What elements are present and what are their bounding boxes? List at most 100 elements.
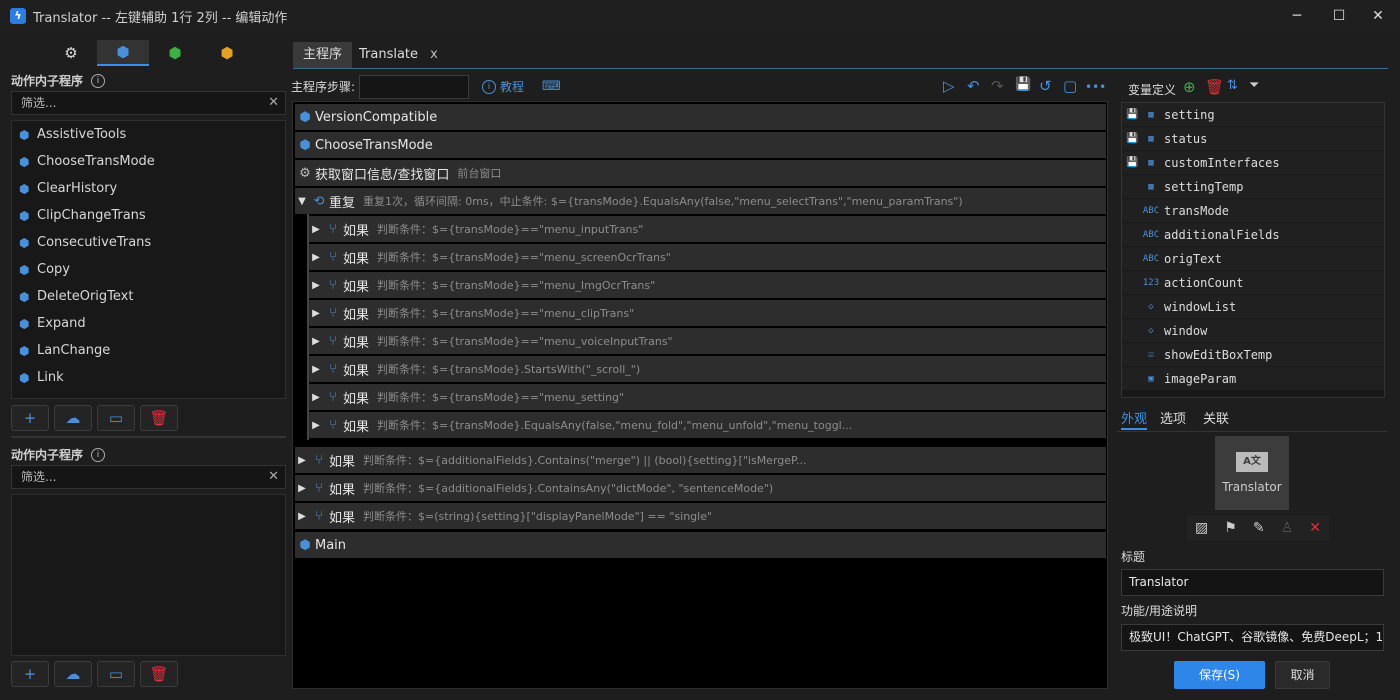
step-main[interactable]: ⬢ Main [295,532,1106,558]
image-icon[interactable]: ▨ [1195,520,1208,536]
step-if[interactable]: ▶ ⑂ 如果 判断条件：$={transMode}.StartsWith("_scro… [309,356,1106,382]
save-icon[interactable]: 💾 [1015,77,1031,92]
collapse-icon[interactable]: ▼ [295,196,309,207]
expand-icon[interactable]: ▶ [309,392,323,403]
note-icon[interactable]: ▢ [1063,77,1077,95]
cancel-button[interactable]: 取消 [1275,661,1330,689]
redo-icon[interactable]: ↷ [991,77,1004,95]
save-button[interactable]: 保存(S) [1174,661,1265,689]
tab-gears[interactable]: ⚙ [45,40,97,66]
expand-icon[interactable]: ▶ [309,252,323,263]
expand-icon[interactable]: ▶ [295,483,309,494]
variable-item[interactable]: ▦ settingTemp [1122,175,1384,199]
list-item[interactable]: ⬢ ClearHistory [12,175,285,202]
list-item[interactable]: ⬢ Link [12,364,285,391]
open-folder-button[interactable]: ▭ [97,405,135,431]
list-item[interactable]: ⬢ LanChange [12,337,285,364]
eyedropper-icon[interactable]: ✎ [1253,520,1265,536]
variable-item[interactable]: 123 actionCount [1122,271,1384,295]
step-version-compatible[interactable]: ⬢ VersionCompatible [295,104,1106,130]
list-item[interactable]: ⬢ AssistiveTools [12,121,285,148]
tab-options[interactable]: 选项 [1160,408,1186,430]
expand-icon[interactable]: ▶ [295,511,309,522]
expand-icon[interactable]: ▶ [309,336,323,347]
sort-icon[interactable]: ⇅ [1227,78,1238,93]
info-icon[interactable]: i [91,73,106,88]
tab-related[interactable]: 关联 [1203,408,1229,430]
variable-item[interactable]: ABC additionalFields [1122,223,1384,247]
title-input[interactable]: Translator [1121,569,1384,596]
step-if[interactable]: ▶ ⑂ 如果 判断条件：$={transMode}=="menu_ImgOcrTran… [309,272,1106,298]
close-button[interactable]: ✕ [1355,0,1400,32]
variable-item[interactable]: ◇ windowList [1122,295,1384,319]
step-window-info[interactable]: ⚙ 获取窗口信息/查找窗口 前台窗口 [295,160,1106,186]
expand-icon[interactable]: ▶ [309,420,323,431]
more-icon[interactable]: ••• [1085,80,1106,94]
tutorial-link[interactable]: i 教程 ⌨ [482,78,561,95]
tab-blue-cubes[interactable]: ⬢ [97,40,149,66]
list-item[interactable]: ⬢ ChooseTransMode [12,148,285,175]
cloud-download-button[interactable]: ☁ [54,661,92,687]
open-folder-button[interactable]: ▭ [97,661,135,687]
expand-icon[interactable]: ▶ [295,455,309,466]
minimize-button[interactable]: ─ [1274,0,1320,32]
variable-item[interactable]: 💾 ▦ status [1122,127,1384,151]
expand-icon[interactable]: ▶ [309,364,323,375]
variable-item[interactable]: ABC transMode [1122,199,1384,223]
list-item[interactable]: ⬢ Copy [12,256,285,283]
tab-appearance[interactable]: 外观 [1121,408,1148,430]
filter-icon[interactable]: ⏷ [1249,78,1259,93]
step-choose-trans-mode[interactable]: ⬢ ChooseTransMode [295,132,1106,158]
cloud-download-button[interactable]: ☁ [54,405,92,431]
shirt-icon[interactable]: ♙ [1281,520,1294,536]
tab-main-program[interactable]: 主程序 [293,42,353,68]
keyboard-icon[interactable]: ⌨ [542,79,561,94]
step-if[interactable]: ▶ ⑂ 如果 判断条件：$={transMode}=="menu_clipTrans" [309,300,1106,326]
list-item[interactable]: ⬢ Expand [12,310,285,337]
step-if[interactable]: ▶ ⑂ 如果 判断条件：$={transMode}=="menu_setting" [309,384,1106,410]
variable-item[interactable]: 💾 ▦ setting [1122,103,1384,127]
flag-icon[interactable]: ⚑ [1224,520,1237,536]
filter-input[interactable]: 筛选... ✕ [11,91,286,115]
description-input[interactable]: 极致UI！ChatGPT、谷歌镜像、免费DeepL；1 [1121,624,1384,651]
delete-button[interactable]: 🗑 [140,661,178,687]
expand-icon[interactable]: ▶ [309,308,323,319]
expand-icon[interactable]: ▶ [309,224,323,235]
run-icon[interactable]: ▷ [943,77,955,95]
add-variable-icon[interactable]: ⊕ [1183,78,1196,96]
step-if[interactable]: ▶ ⑂ 如果 判断条件：$={transMode}=="menu_screenOcrT… [309,244,1106,270]
variable-item[interactable]: 💾 ▦ customInterfaces [1122,151,1384,175]
variable-item[interactable]: ABC origText [1122,247,1384,271]
variable-item[interactable]: ▣ imageParam [1122,367,1384,391]
step-if[interactable]: ▶ ⑂ 如果 判断条件：$={transMode}.EqualsAny(false,"… [309,412,1106,438]
info-icon[interactable]: i [91,447,106,462]
list-item[interactable]: ⬢ DeleteOrigText [12,283,285,310]
filter-input-2[interactable]: 筛选... ✕ [11,465,286,489]
step-if[interactable]: ▶ ⑂ 如果 判断条件：$={additionalFields}.Contains("… [295,447,1106,473]
step-if[interactable]: ▶ ⑂ 如果 判断条件：$={transMode}=="menu_voiceInput… [309,328,1106,354]
step-if[interactable]: ▶ ⑂ 如果 判断条件：$={transMode}=="menu_inputTrans… [309,216,1106,242]
undo-icon[interactable]: ↶ [967,77,980,95]
list-item[interactable]: ⬢ ClipChangeTrans [12,202,285,229]
clear-icon[interactable]: ✕ [268,92,279,114]
tab-translate[interactable]: Translate x [349,42,448,68]
remove-icon[interactable]: ✕ [1309,520,1321,536]
step-if[interactable]: ▶ ⑂ 如果 判断条件：$={additionalFields}.ContainsAn… [295,475,1106,501]
clear-icon[interactable]: ✕ [268,466,279,488]
add-button[interactable]: + [11,661,49,687]
step-if[interactable]: ▶ ⑂ 如果 判断条件：$=(string){setting}["displayPan… [295,503,1106,529]
delete-button[interactable]: 🗑 [140,405,178,431]
steps-search-input[interactable] [359,75,469,99]
add-button[interactable]: + [11,405,49,431]
step-repeat[interactable]: ▼ ⟲ 重复 重复1次，循环间隔: 0ms，中止条件: $={transMode… [295,188,1106,214]
variable-item[interactable]: ◇ window [1122,319,1384,343]
history-icon[interactable]: ↺ [1039,77,1052,95]
delete-variable-icon[interactable]: 🗑 [1205,78,1224,96]
tab-orange-cubes[interactable]: ⬢ [201,40,253,66]
action-icon-preview[interactable]: A文 Translator [1215,436,1289,510]
expand-icon[interactable]: ▶ [309,280,323,291]
tab-green-cubes[interactable]: ⬢ [149,40,201,66]
variable-item[interactable]: ☑ showEditBoxTemp [1122,343,1384,367]
list-item[interactable]: ⬢ ConsecutiveTrans [12,229,285,256]
tab-close-icon[interactable]: x [430,47,438,62]
